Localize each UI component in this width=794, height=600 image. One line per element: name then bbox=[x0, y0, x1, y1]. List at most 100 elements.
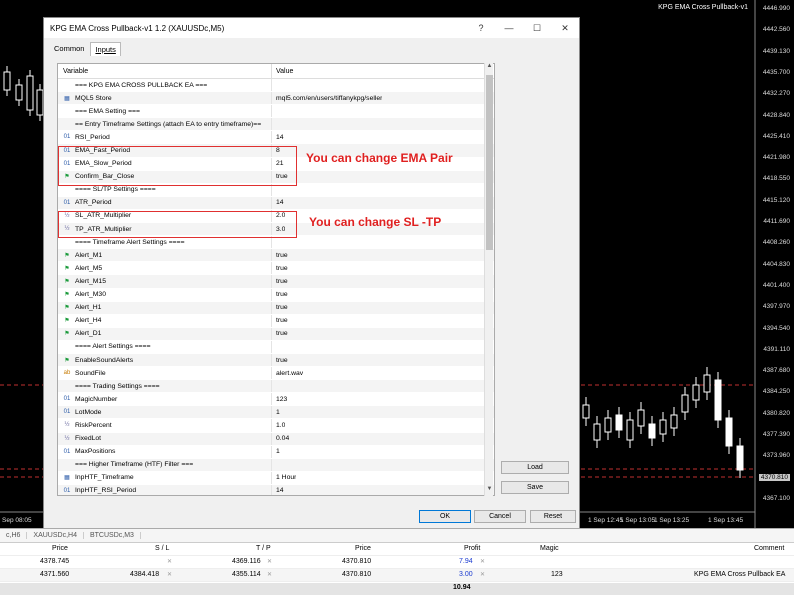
input-row[interactable]: ⚑ Alert_H4 true bbox=[58, 314, 494, 328]
header-price2[interactable]: Price bbox=[355, 545, 371, 552]
column-value[interactable]: Value bbox=[272, 68, 293, 75]
string-icon: ab bbox=[63, 370, 71, 377]
table-row[interactable]: 4378.745 ✕ 4369.116 ✕ 4370.810 7.94 ✕ bbox=[0, 556, 794, 569]
cancel-button[interactable]: Cancel bbox=[474, 510, 526, 523]
input-row[interactable]: === KPG EMA CROSS PULLBACK EA === bbox=[58, 79, 494, 93]
price-axis-label: 4380.820 bbox=[762, 409, 790, 417]
remove-tp-icon[interactable]: ✕ bbox=[267, 558, 272, 565]
grid-scrollbar[interactable]: ▲ ▼ bbox=[484, 63, 493, 496]
input-value[interactable]: true bbox=[272, 291, 288, 298]
chart-tab[interactable]: BTCUSDc,M3 bbox=[84, 532, 141, 539]
remove-sl-icon[interactable]: ✕ bbox=[167, 558, 172, 565]
header-price[interactable]: Price bbox=[52, 545, 68, 552]
input-row[interactable]: ½ RiskPercent 1.0 bbox=[58, 419, 494, 433]
input-value[interactable]: 1.0 bbox=[272, 422, 285, 429]
double-icon: ½ bbox=[64, 435, 70, 442]
save-button[interactable]: Save bbox=[501, 481, 569, 494]
input-value[interactable]: mql5.com/en/users/tiffanykpg/seller bbox=[272, 95, 382, 102]
enum-icon: ▦ bbox=[64, 475, 70, 482]
input-row[interactable]: ==== Trading Settings ==== bbox=[58, 380, 494, 394]
input-value[interactable]: true bbox=[272, 252, 288, 259]
input-row[interactable]: ⚑ Alert_D1 true bbox=[58, 327, 494, 341]
input-value[interactable]: true bbox=[272, 265, 288, 272]
cell-tp: 4355.114 bbox=[232, 571, 261, 578]
input-row[interactable]: ⚑ Alert_M5 true bbox=[58, 262, 494, 276]
input-value[interactable]: true bbox=[272, 278, 288, 285]
input-value[interactable]: true bbox=[272, 330, 288, 337]
cell-price2: 4370.810 bbox=[342, 571, 372, 578]
maximize-icon[interactable]: ☐ bbox=[523, 18, 551, 38]
header-profit[interactable]: Profit bbox=[464, 545, 480, 552]
input-variable-name: ATR_Period bbox=[75, 199, 112, 207]
remove-tp-icon[interactable]: ✕ bbox=[267, 571, 272, 578]
input-row[interactable]: 01 ATR_Period 14 bbox=[58, 196, 494, 210]
bool-icon: ⚑ bbox=[64, 305, 70, 312]
input-value[interactable]: 0.04 bbox=[272, 435, 289, 442]
input-value[interactable]: true bbox=[272, 304, 288, 311]
close-icon[interactable]: ✕ bbox=[551, 18, 579, 38]
input-value[interactable]: 14 bbox=[272, 134, 284, 141]
input-value[interactable]: 123 bbox=[272, 396, 287, 403]
scroll-up-icon[interactable]: ▲ bbox=[485, 63, 494, 73]
input-row[interactable]: === Higher Timeframe (HTF) Filter === bbox=[58, 458, 494, 472]
input-value[interactable]: 1 bbox=[272, 409, 280, 416]
help-icon[interactable]: ? bbox=[467, 18, 495, 38]
remove-sl-icon[interactable]: ✕ bbox=[167, 571, 172, 578]
table-row[interactable]: 4371.560 4384.418 ✕ 4355.114 ✕ 4370.810 … bbox=[0, 569, 794, 582]
input-row[interactable]: ½ FixedLot 0.04 bbox=[58, 432, 494, 446]
candle-body bbox=[681, 394, 689, 413]
input-variable-name: Alert_H4 bbox=[75, 317, 102, 325]
input-row[interactable]: ⚑ Alert_M30 true bbox=[58, 288, 494, 302]
candle-body bbox=[648, 423, 656, 439]
trade-terminal: c,H6 XAUUSDc,H4 BTCUSDc,M3 Price S / L T… bbox=[0, 528, 794, 600]
input-row[interactable]: ▦ InpHTF_Timeframe 1 Hour bbox=[58, 471, 494, 485]
input-variable-name: === Higher Timeframe (HTF) Filter === bbox=[75, 461, 194, 469]
chart-tab[interactable]: XAUUSDc,H4 bbox=[27, 532, 84, 539]
reset-button[interactable]: Reset bbox=[530, 510, 576, 523]
tab-inputs[interactable]: Inputs bbox=[90, 42, 121, 56]
header-magic[interactable]: Magic bbox=[540, 545, 559, 552]
input-row[interactable]: ⚑ Alert_H1 true bbox=[58, 301, 494, 315]
enum-icon: ▦ bbox=[64, 95, 70, 102]
close-trade-icon[interactable]: ✕ bbox=[480, 558, 485, 565]
input-row[interactable]: ab SoundFile alert.wav bbox=[58, 367, 494, 381]
close-trade-icon[interactable]: ✕ bbox=[480, 571, 485, 578]
input-row[interactable]: === EMA Setting === bbox=[58, 105, 494, 119]
minimize-icon[interactable]: — bbox=[495, 18, 523, 38]
load-button[interactable]: Load bbox=[501, 461, 569, 474]
input-row[interactable]: 01 InpHTF_RSI_Period 14 bbox=[58, 484, 494, 495]
header-sl[interactable]: S / L bbox=[155, 545, 169, 552]
input-value[interactable]: 14 bbox=[272, 487, 284, 494]
ok-button[interactable]: OK bbox=[419, 510, 471, 523]
price-axis-label: 4439.130 bbox=[762, 47, 790, 55]
input-value[interactable]: 1 bbox=[272, 448, 280, 455]
chart-tab[interactable]: c,H6 bbox=[0, 532, 28, 539]
input-row[interactable]: 01 LotMode 1 bbox=[58, 406, 494, 420]
header-tp[interactable]: T / P bbox=[256, 545, 271, 552]
input-row[interactable]: ⚑ EnableSoundAlerts true bbox=[58, 353, 494, 368]
input-row[interactable]: 01 MaxPositions 1 bbox=[58, 445, 494, 459]
input-row[interactable]: == Entry Timeframe Settings (attach EA t… bbox=[58, 118, 494, 132]
tab-common[interactable]: Common bbox=[50, 42, 88, 56]
price-axis-label: 4428.840 bbox=[762, 111, 790, 119]
input-value[interactable]: true bbox=[272, 357, 288, 364]
input-row[interactable]: 01 RSI_Period 14 bbox=[58, 131, 494, 145]
input-row[interactable]: 01 MagicNumber 123 bbox=[58, 393, 494, 407]
input-row[interactable]: ⚑ Alert_M15 true bbox=[58, 275, 494, 289]
input-row[interactable]: ==== Timeframe Alert Settings ==== bbox=[58, 236, 494, 250]
scroll-thumb[interactable] bbox=[486, 75, 493, 250]
input-row[interactable]: ==== Alert Settings ==== bbox=[58, 340, 494, 354]
input-value[interactable]: 1 Hour bbox=[272, 474, 296, 481]
price-axis-label: 4404.830 bbox=[762, 260, 790, 268]
scroll-down-icon[interactable]: ▼ bbox=[485, 486, 494, 496]
column-variable[interactable]: Variable bbox=[58, 64, 272, 78]
candle-body bbox=[15, 84, 23, 101]
input-variable-name: EnableSoundAlerts bbox=[75, 356, 134, 364]
input-value[interactable]: 14 bbox=[272, 199, 284, 206]
input-row[interactable]: ▦ MQL5 Store mql5.com/en/users/tiffanykpg/… bbox=[58, 92, 494, 106]
input-variable-name: Alert_M5 bbox=[75, 264, 103, 272]
header-comment[interactable]: Comment bbox=[754, 545, 784, 552]
input-row[interactable]: ⚑ Alert_M1 true bbox=[58, 249, 494, 263]
input-value[interactable]: true bbox=[272, 317, 288, 324]
input-value[interactable]: alert.wav bbox=[272, 370, 303, 377]
